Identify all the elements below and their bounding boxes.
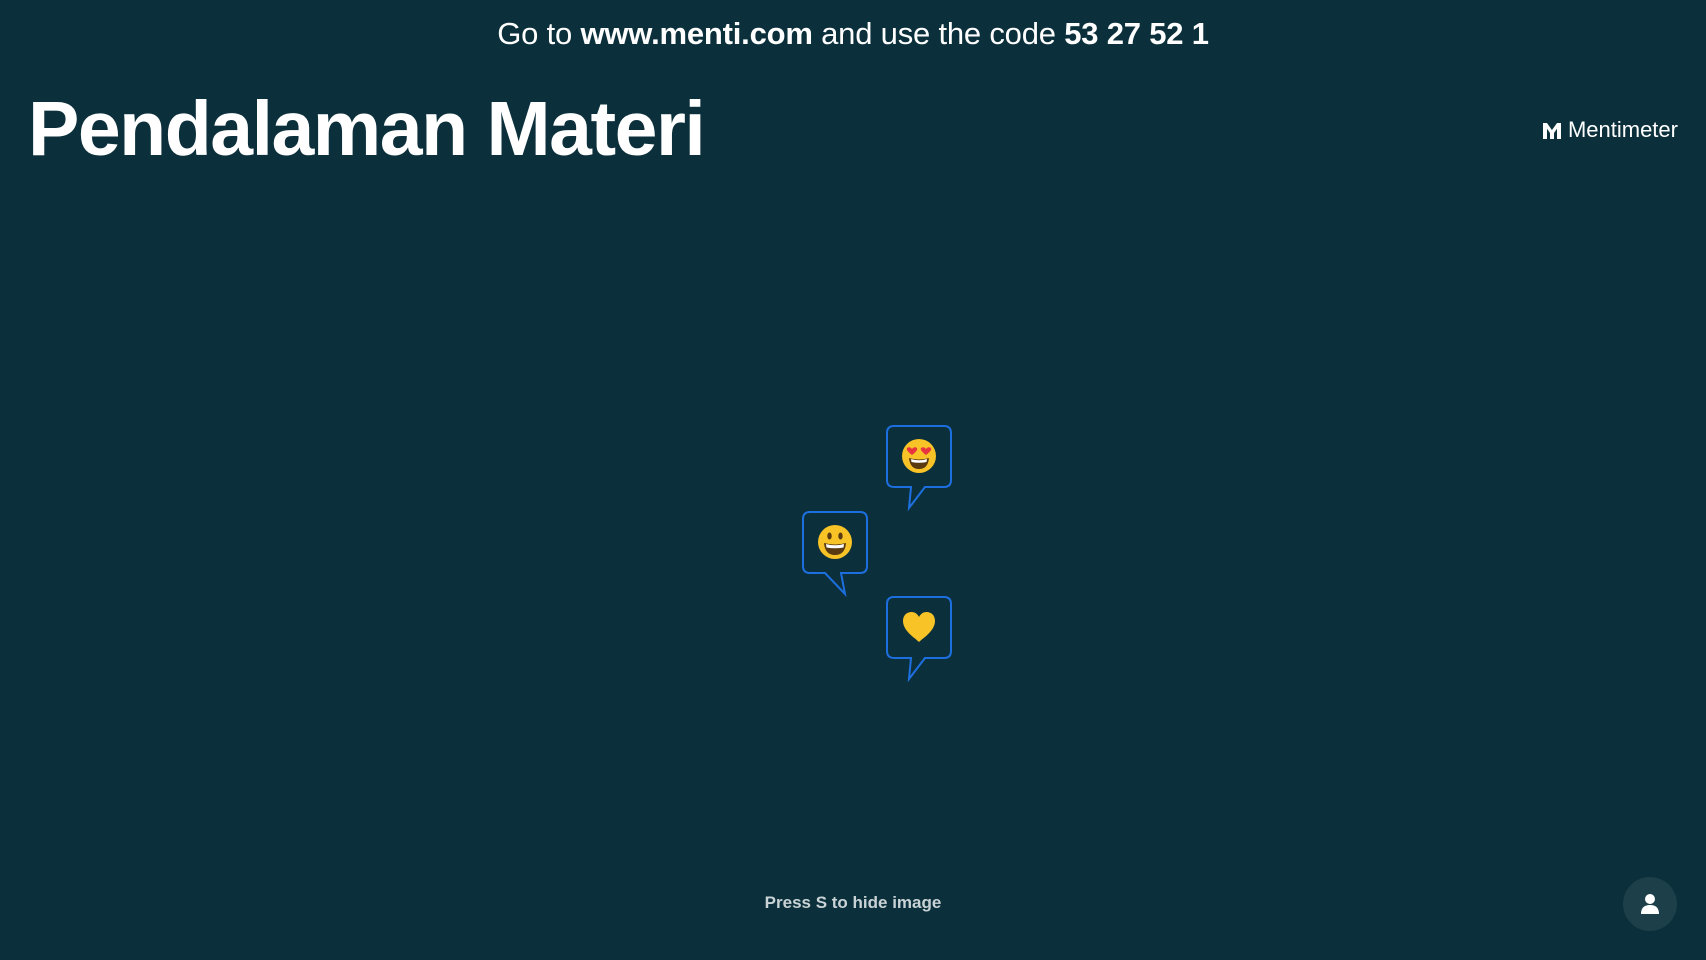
yellow-heart-icon [901, 609, 937, 645]
join-url[interactable]: www.menti.com [580, 16, 812, 51]
join-instructions: Go to www.menti.com and use the code 53 … [0, 14, 1706, 54]
mentimeter-brand: Mentimeter [1542, 116, 1678, 144]
reaction-bubble [885, 595, 953, 683]
reaction-bubble [801, 510, 869, 598]
join-prefix: Go to [497, 16, 573, 51]
join-code: 53 27 52 1 [1064, 16, 1209, 51]
profile-button[interactable] [1623, 877, 1677, 931]
mentimeter-logo-icon [1542, 123, 1561, 139]
grinning-emoji-icon [817, 524, 853, 560]
reaction-bubble [885, 424, 953, 512]
join-middle: and use the code [821, 16, 1056, 51]
heart-eyes-emoji-icon [901, 438, 937, 474]
brand-name: Mentimeter [1567, 117, 1678, 142]
slide-title: Pendalaman Materi [28, 86, 706, 172]
hide-image-hint: Press S to hide image [764, 893, 942, 912]
user-icon [1641, 894, 1659, 914]
